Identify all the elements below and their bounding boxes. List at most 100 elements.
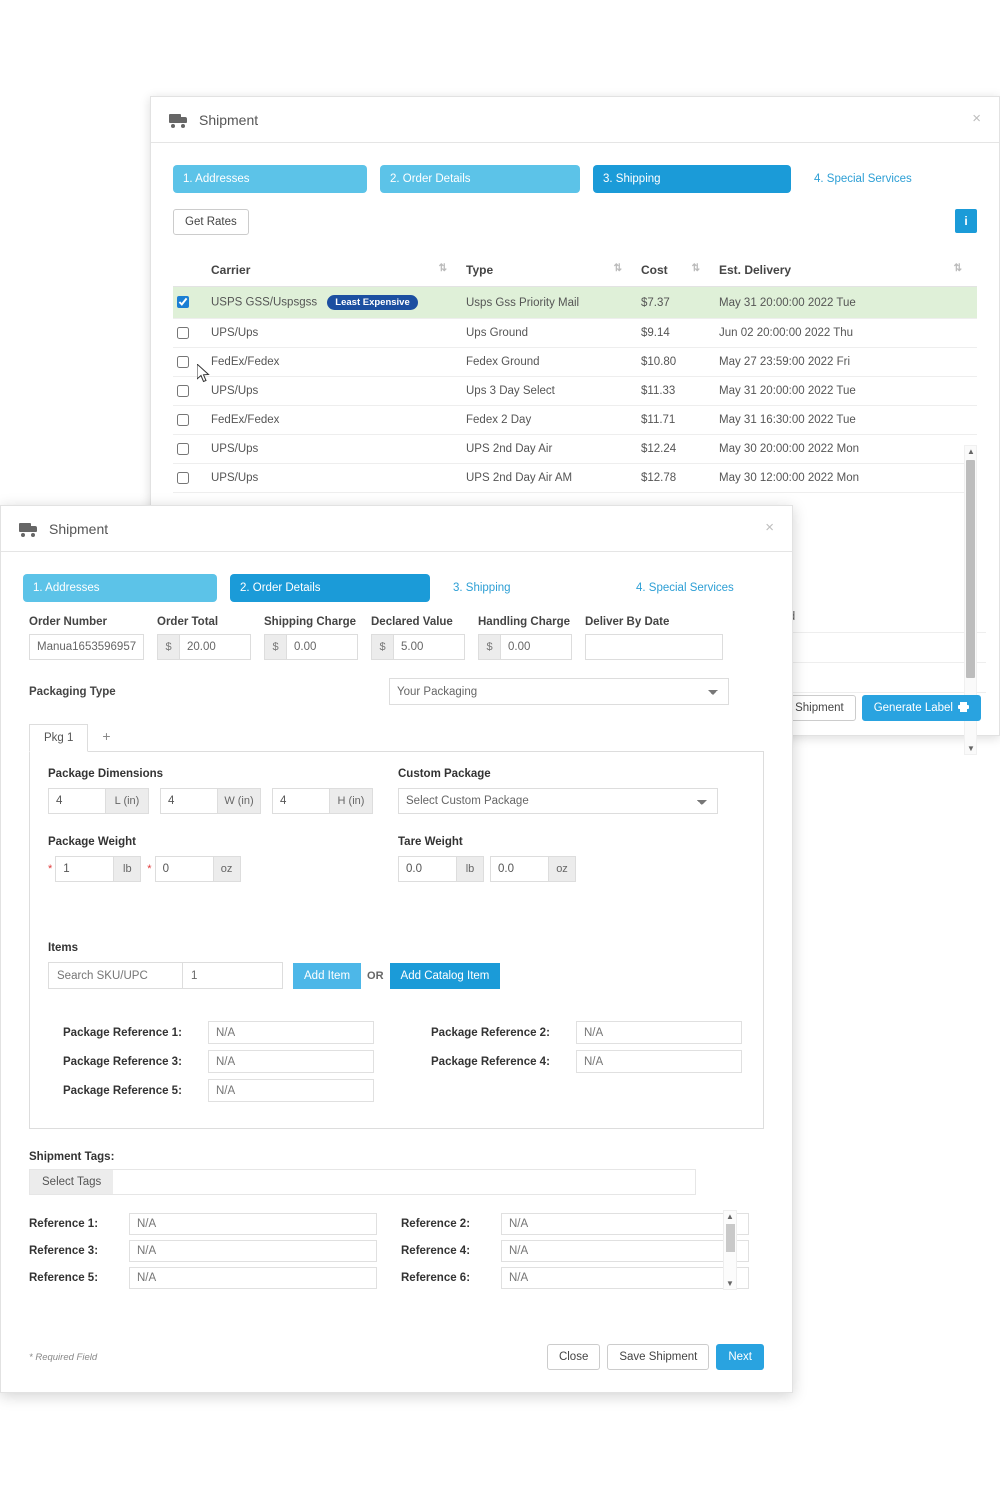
order-details-modal-header: Shipment ×	[1, 506, 792, 552]
package-reference-5-input[interactable]	[208, 1079, 374, 1102]
width-field-group: W (in)	[160, 788, 261, 814]
reference-5-input[interactable]	[129, 1267, 377, 1289]
rate-checkbox-cell[interactable]	[173, 318, 207, 349]
get-rates-button[interactable]: Get Rates	[173, 209, 249, 235]
sort-icon-type[interactable]: ⇅	[614, 263, 622, 274]
info-icon[interactable]: i	[955, 209, 977, 233]
step-order-details[interactable]: 2. Order Details	[230, 574, 430, 602]
step-shipping[interactable]: 3. Shipping	[443, 574, 613, 602]
custom-package-select[interactable]: Select Custom Package	[398, 788, 718, 814]
rate-select-checkbox[interactable]	[177, 472, 189, 485]
rates-header-type[interactable]: Type ⇅	[462, 257, 637, 287]
rate-checkbox-cell[interactable]	[173, 434, 207, 465]
handling-charge-input[interactable]	[500, 634, 572, 660]
chevron-up-icon[interactable]: ▲	[726, 1212, 734, 1221]
chevron-up-icon[interactable]: ▲	[967, 447, 975, 456]
chevron-down-icon[interactable]: ▼	[726, 1279, 734, 1288]
declared-value-label: Declared Value	[371, 616, 453, 628]
reference-1-input[interactable]	[129, 1213, 377, 1235]
table-row[interactable]: UPS/Ups Ups 3 Day Select $11.33 May 31 2…	[173, 376, 977, 407]
rate-type: Fedex 2 Day	[462, 405, 637, 436]
table-row[interactable]: UPS/Ups UPS 2nd Day Air $12.24 May 30 20…	[173, 434, 977, 465]
shipping-charge-input[interactable]	[286, 634, 358, 660]
step-addresses[interactable]: 1. Addresses	[23, 574, 217, 602]
rate-select-checkbox[interactable]	[177, 327, 189, 339]
table-row[interactable]: UPS/Ups Ups Ground $9.14 Jun 02 20:00:00…	[173, 318, 977, 349]
tab-pkg-1[interactable]: Pkg 1	[29, 724, 89, 752]
reference-6-input[interactable]	[501, 1267, 749, 1289]
chevron-down-icon[interactable]: ▼	[967, 744, 975, 753]
rates-header-cost[interactable]: Cost ⇅	[637, 257, 715, 287]
save-shipment-button[interactable]: Save Shipment	[607, 1344, 710, 1370]
rate-cost: $9.14	[637, 318, 715, 349]
rate-checkbox-cell[interactable]	[173, 463, 207, 494]
rate-select-checkbox[interactable]	[177, 414, 189, 427]
rate-checkbox-cell[interactable]	[173, 347, 207, 378]
rates-header-carrier[interactable]: Carrier ⇅	[207, 257, 462, 287]
sort-icon-delivery[interactable]: ⇅	[954, 263, 962, 274]
rate-checkbox-cell[interactable]	[173, 376, 207, 407]
rate-checkbox-cell[interactable]	[173, 286, 207, 319]
tare-weight-lb-input[interactable]	[398, 856, 456, 882]
references-scrollbar-thumb[interactable]	[726, 1224, 735, 1252]
rate-checkbox-cell[interactable]	[173, 405, 207, 436]
height-input[interactable]	[272, 788, 329, 814]
table-row[interactable]: FedEx/Fedex Fedex 2 Day $11.71 May 31 16…	[173, 405, 977, 436]
items-section: Items Add Item OR Add Catalog Item	[48, 942, 745, 989]
references-scrollbar[interactable]: ▲ ▼	[723, 1210, 737, 1290]
package-reference-2-input[interactable]	[576, 1021, 742, 1044]
sort-icon-cost[interactable]: ⇅	[692, 263, 700, 274]
rate-delivery: May 30 12:00:00 2022 Mon	[715, 463, 977, 494]
table-row[interactable]: USPS GSS/Uspsgss Least Expensive Usps Gs…	[173, 286, 977, 319]
package-reference-1-input[interactable]	[208, 1021, 374, 1044]
rate-select-checkbox[interactable]	[177, 385, 189, 398]
package-weight-oz-input[interactable]	[154, 856, 213, 882]
declared-value-input[interactable]	[393, 634, 465, 660]
generate-label-button[interactable]: Generate Label	[861, 695, 981, 721]
shipping-modal-title-text: Shipment	[199, 111, 259, 128]
close-icon[interactable]: ×	[761, 516, 778, 539]
packaging-type-select[interactable]: Your Packaging	[389, 678, 729, 705]
order-number-input[interactable]	[29, 634, 144, 660]
package-weight-lb-unit: lb	[113, 856, 142, 882]
rates-scrollbar-thumb[interactable]	[966, 460, 975, 678]
rate-cost: $12.78	[637, 463, 715, 494]
length-input[interactable]	[48, 788, 105, 814]
rate-select-checkbox[interactable]	[177, 443, 189, 456]
tare-weight-oz-input[interactable]	[490, 856, 548, 882]
step-shipping[interactable]: 3. Shipping	[593, 165, 791, 193]
close-button[interactable]: Close	[546, 1344, 601, 1370]
step-special-services[interactable]: 4. Special Services	[804, 165, 922, 193]
reference-2-input[interactable]	[501, 1213, 749, 1235]
package-reference-4-input[interactable]	[576, 1050, 742, 1073]
deliver-by-date-input[interactable]	[585, 634, 723, 660]
shipment-tags-control[interactable]: Select Tags	[29, 1169, 696, 1195]
package-weight-lb-input[interactable]	[55, 856, 114, 882]
reference-4-input[interactable]	[501, 1240, 749, 1262]
width-input[interactable]	[160, 788, 217, 814]
search-sku-input[interactable]	[48, 962, 183, 989]
add-catalog-item-button[interactable]: Add Catalog Item	[389, 962, 501, 989]
next-button[interactable]: Next	[716, 1344, 764, 1370]
step-special-services[interactable]: 4. Special Services	[626, 574, 744, 602]
reference-3-input[interactable]	[129, 1240, 377, 1262]
package-reference-3-input[interactable]	[208, 1050, 374, 1073]
order-total-input[interactable]	[179, 634, 251, 660]
select-tags-button[interactable]: Select Tags	[30, 1170, 114, 1194]
close-icon[interactable]: ×	[968, 107, 985, 130]
rate-delivery: May 30 20:00:00 2022 Mon	[715, 434, 977, 465]
step-order-details[interactable]: 2. Order Details	[380, 165, 580, 193]
rate-select-checkbox[interactable]	[177, 356, 189, 369]
step-addresses[interactable]: 1. Addresses	[173, 165, 367, 193]
sort-icon-carrier[interactable]: ⇅	[439, 263, 447, 274]
add-item-button[interactable]: Add Item	[293, 962, 362, 989]
add-package-icon[interactable]: +	[88, 721, 124, 751]
table-row[interactable]: FedEx/Fedex Fedex Ground $10.80 May 27 2…	[173, 347, 977, 378]
order-total-field-group: Order Total $	[157, 616, 251, 660]
rate-cost: $11.71	[637, 405, 715, 436]
table-row[interactable]: UPS/Ups UPS 2nd Day Air AM $12.78 May 30…	[173, 463, 977, 494]
item-quantity-input[interactable]	[183, 962, 283, 989]
rate-select-checkbox[interactable]	[177, 296, 189, 309]
rates-header-delivery[interactable]: Est. Delivery ⇅	[715, 257, 977, 287]
shipping-modal-title: Shipment	[169, 112, 258, 128]
